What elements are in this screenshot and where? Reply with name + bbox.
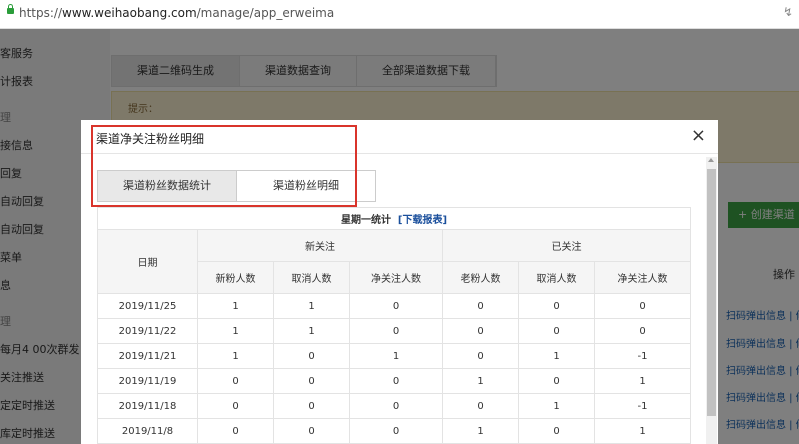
table-row: 2019/11/21 1 0 1 0 1 -1 (97, 343, 692, 369)
cell-date: 2019/11/8 (97, 418, 198, 444)
column-header: 新粉人数 (197, 261, 274, 294)
cell: 0 (518, 368, 595, 394)
cell: 0 (273, 418, 350, 444)
cell: 0 (442, 393, 519, 419)
caption-text: 星期一统计 (340, 215, 391, 226)
cell: 0 (273, 393, 350, 419)
cell: 0 (349, 368, 443, 394)
cell: 1 (442, 418, 519, 444)
cell: 1 (593, 368, 692, 394)
cell: 0 (518, 293, 595, 319)
cell: 1 (273, 318, 350, 344)
column-header: 老粉人数 (442, 261, 519, 294)
cell: -1 (593, 393, 692, 419)
cell-date: 2019/11/21 (97, 343, 198, 369)
group-header-followed: 已关注 (441, 229, 692, 262)
fan-stats-table: 星期一统计 [下载报表] 日期 新关注 已关注 新粉人数 取消人数 净关注人数 … (96, 207, 692, 444)
table-row: 2019/11/8 0 0 0 1 0 1 (97, 418, 692, 444)
cell: 0 (349, 418, 443, 444)
cell-date: 2019/11/25 (97, 293, 198, 319)
cell: 0 (442, 293, 519, 319)
cell: 1 (593, 418, 692, 444)
scroll-up-arrow-icon[interactable] (708, 158, 714, 162)
cell: 0 (349, 393, 443, 419)
column-header: 净关注人数 (593, 261, 692, 294)
table-row: 2019/11/19 0 0 0 1 0 1 (97, 368, 692, 394)
url-text[interactable]: https://www.weihaobang.com/manage/app_er… (19, 6, 334, 20)
cell: 0 (518, 318, 595, 344)
cell: 1 (349, 343, 443, 369)
cell: 0 (197, 418, 274, 444)
cell: 1 (197, 293, 274, 319)
cell: 1 (197, 318, 274, 344)
address-bar[interactable]: https://www.weihaobang.com/manage/app_er… (0, 0, 799, 29)
table-row: 2019/11/22 1 1 0 0 0 0 (97, 318, 692, 344)
cell: 0 (349, 293, 443, 319)
cell: 0 (593, 293, 692, 319)
column-header: 净关注人数 (349, 261, 443, 294)
cell: -1 (593, 343, 692, 369)
cell: 0 (593, 318, 692, 344)
table-caption: 星期一统计 [下载报表] (96, 207, 692, 230)
cell: 1 (273, 293, 350, 319)
download-report-link[interactable]: [下载报表] (398, 215, 447, 226)
cell-date: 2019/11/22 (97, 318, 198, 344)
table-row: 2019/11/25 1 1 0 0 0 0 (97, 293, 692, 319)
table-row: 2019/11/18 0 0 0 0 1 -1 (97, 393, 692, 419)
cell: 0 (273, 368, 350, 394)
lock-icon (7, 4, 14, 14)
modal-scrollbar[interactable] (706, 157, 717, 444)
extension-icon[interactable]: ↯ (783, 5, 793, 19)
cell: 1 (197, 343, 274, 369)
cell: 1 (518, 343, 595, 369)
cell: 0 (273, 343, 350, 369)
cell: 1 (518, 393, 595, 419)
group-header-new: 新关注 (197, 229, 443, 262)
cell: 0 (442, 343, 519, 369)
highlight-annotation (91, 125, 357, 207)
cell: 0 (349, 318, 443, 344)
cell: 1 (442, 368, 519, 394)
cell-date: 2019/11/19 (97, 368, 198, 394)
cell: 0 (197, 393, 274, 419)
close-icon[interactable]: × (691, 126, 706, 146)
scrollbar-thumb[interactable] (707, 169, 716, 416)
cell: 0 (197, 368, 274, 394)
cell-date: 2019/11/18 (97, 393, 198, 419)
cell: 0 (442, 318, 519, 344)
cell: 0 (518, 418, 595, 444)
column-header: 取消人数 (273, 261, 350, 294)
column-header-date: 日期 (97, 229, 198, 294)
column-header: 取消人数 (518, 261, 595, 294)
